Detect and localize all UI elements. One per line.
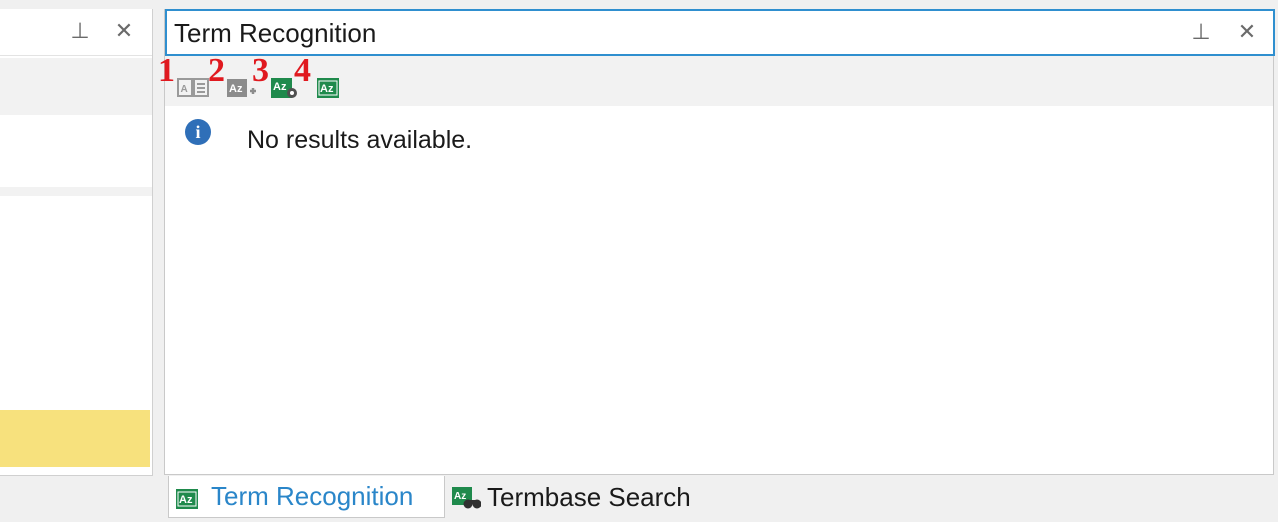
close-button[interactable]: ✕ bbox=[112, 17, 136, 45]
svg-text:Az: Az bbox=[454, 491, 466, 502]
tab-label: Termbase Search bbox=[487, 481, 691, 512]
termbase-icon: Az bbox=[175, 486, 201, 509]
callout-2: 2 bbox=[208, 52, 225, 89]
termbase-search-icon: Az bbox=[451, 486, 482, 509]
term-toolbar: A Az Az Az 1 2 3 4 bbox=[158, 52, 1273, 106]
term-details-icon[interactable]: A bbox=[177, 77, 209, 99]
left-panel: ⊥ ✕ bbox=[0, 9, 153, 476]
pin-button[interactable]: ⊥ bbox=[1189, 18, 1213, 46]
svg-text:Az: Az bbox=[229, 83, 243, 95]
results-area: i No results available. bbox=[165, 106, 1273, 474]
tab-label: Term Recognition bbox=[211, 481, 414, 511]
left-panel-header: ⊥ ✕ bbox=[0, 9, 152, 56]
panel-title: Term Recognition bbox=[174, 18, 377, 48]
callout-4: 4 bbox=[294, 52, 311, 89]
panel-title-bar: Term Recognition ⊥ ✕ bbox=[165, 9, 1275, 56]
svg-text:Az: Az bbox=[273, 81, 287, 93]
callout-3: 3 bbox=[252, 52, 269, 89]
tab-termbase-search[interactable]: Az Termbase Search bbox=[445, 476, 725, 518]
left-panel-row bbox=[0, 58, 152, 115]
pin-button[interactable]: ⊥ bbox=[68, 17, 92, 45]
no-results-message: No results available. bbox=[247, 126, 473, 154]
termbase-icon[interactable]: Az bbox=[315, 77, 347, 99]
svg-text:A: A bbox=[181, 84, 188, 95]
svg-text:Az: Az bbox=[320, 83, 334, 95]
tab-term-recognition[interactable]: Az Term Recognition bbox=[168, 476, 445, 518]
left-panel-divider bbox=[0, 187, 152, 196]
callout-1: 1 bbox=[158, 52, 175, 89]
close-button[interactable]: ✕ bbox=[1235, 18, 1259, 46]
term-recognition-panel: Term Recognition ⊥ ✕ A Az Az Az 1 2 3 4 … bbox=[158, 9, 1275, 475]
svg-text:Az: Az bbox=[179, 494, 193, 506]
info-icon: i bbox=[185, 119, 211, 145]
left-panel-highlighted-row[interactable] bbox=[0, 410, 150, 467]
